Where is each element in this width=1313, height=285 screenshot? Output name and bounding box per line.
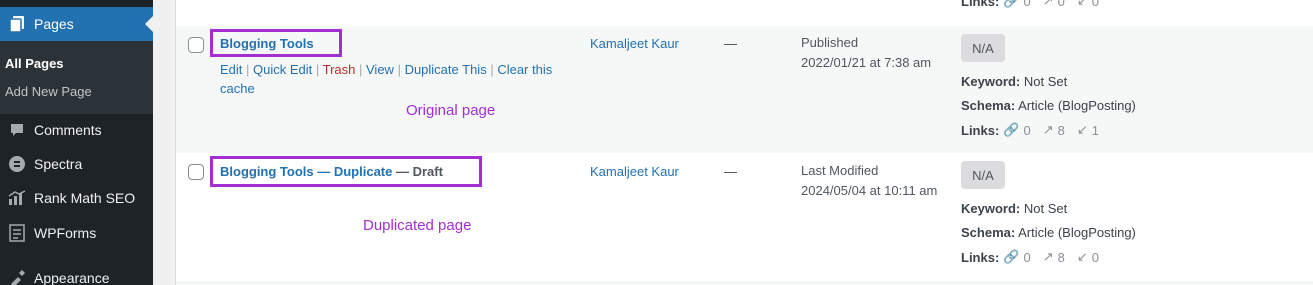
keyword-label: Keyword: — [961, 201, 1021, 216]
prev-internal-count: 0 — [1023, 0, 1031, 9]
menu-pages[interactable]: Pages — [0, 7, 153, 41]
comments-count: — — [724, 36, 737, 51]
keyword-label: Keyword: — [961, 74, 1021, 89]
status-text: Last Modified — [801, 163, 879, 178]
schema-line: Schema: Article (BlogPosting) — [961, 225, 1136, 240]
table-row: Blogging Tools — Duplicate — Draft Dupli… — [176, 153, 1313, 281]
quick-edit-link[interactable]: Quick Edit — [253, 62, 312, 77]
author-link[interactable]: Kamaljeet Kaur — [590, 164, 679, 179]
edit-link[interactable]: Edit — [220, 62, 242, 77]
table-row-previous: Links: 🔗 0 ↗ 0 ↙ 0 — [176, 0, 1313, 26]
table-row-next — [176, 281, 1313, 285]
internal-link-icon: 🔗 — [1003, 122, 1020, 137]
submenu-all-pages[interactable]: All Pages — [5, 56, 64, 71]
rank-math-icon — [0, 190, 34, 206]
schema-label: Schema: — [961, 98, 1016, 113]
menu-pages-label: Pages — [34, 16, 74, 32]
status-text: Published — [801, 35, 859, 50]
links-label: Links: — [961, 249, 1000, 265]
external-link-icon: ↗ — [1042, 0, 1054, 8]
page-title-wrap: Blogging Tools — Duplicate — Draft — [220, 164, 443, 179]
prev-external-count: 0 — [1057, 0, 1065, 9]
schema-line: Schema: Article (BlogPosting) — [961, 98, 1136, 113]
external-links-count: 8 — [1057, 249, 1065, 265]
appearance-icon — [0, 269, 34, 285]
pages-submenu: All Pages Add New Page — [0, 41, 153, 114]
duplicate-link[interactable]: Duplicate This — [405, 62, 487, 77]
incoming-link-icon: ↙ — [1076, 249, 1088, 264]
menu-spectra-label: Spectra — [34, 156, 83, 172]
date-text: 2024/05/04 at 10:11 am — [801, 183, 938, 198]
row-actions: Edit | Quick Edit | Trash | View | Dupli… — [220, 62, 553, 96]
menu-spectra[interactable]: Spectra — [0, 147, 153, 181]
trash-link[interactable]: Trash — [323, 62, 356, 77]
menu-comments[interactable]: Comments — [0, 113, 153, 147]
internal-links-count: 0 — [1023, 122, 1031, 138]
row-checkbox[interactable] — [188, 164, 204, 180]
prev-links-line: Links: 🔗 0 ↗ 0 ↙ 0 — [961, 0, 1107, 9]
schema-value: Article (BlogPosting) — [1018, 98, 1136, 113]
incoming-links-count: 1 — [1091, 122, 1099, 138]
wpforms-icon — [0, 224, 34, 242]
incoming-link-icon: ↙ — [1076, 0, 1088, 8]
admin-sidebar: Pages All Pages Add New Page Comments Sp… — [0, 0, 153, 285]
prev-links-label: Links: — [961, 0, 1000, 9]
menu-rank-math[interactable]: Rank Math SEO — [0, 181, 153, 215]
draft-state: — Draft — [396, 164, 443, 179]
keyword-value: Not Set — [1023, 201, 1068, 216]
menu-rank-math-label: Rank Math SEO — [34, 190, 136, 206]
menu-wpforms[interactable]: WPForms — [0, 216, 153, 250]
keyword-line: Keyword: Not Set — [961, 74, 1067, 89]
external-link-icon: ↗ — [1042, 249, 1054, 264]
links-label: Links: — [961, 122, 1000, 138]
annotation-duplicated: Duplicated page — [363, 217, 472, 234]
internal-link-icon: 🔗 — [1003, 249, 1020, 264]
menu-wpforms-label: WPForms — [34, 225, 97, 241]
date-text: 2022/01/21 at 7:38 am — [801, 55, 932, 70]
table-row: Blogging Tools Edit | Quick Edit | Trash… — [176, 26, 1313, 153]
spectra-icon — [0, 155, 34, 173]
keyword-line: Keyword: Not Set — [961, 201, 1067, 216]
menu-appearance-label: Appearance — [34, 270, 110, 285]
row-checkbox[interactable] — [188, 37, 204, 53]
comments-count: — — [724, 164, 737, 179]
links-line: Links: 🔗 0 ↗ 8 ↙ 0 — [961, 249, 1107, 265]
date-column: Last Modified 2024/05/04 at 10:11 am — [801, 161, 937, 201]
view-link[interactable]: View — [366, 62, 394, 77]
page-title-link[interactable]: Blogging Tools — [220, 36, 314, 51]
pages-icon — [0, 15, 34, 33]
submenu-add-new-page[interactable]: Add New Page — [5, 84, 92, 99]
seo-score-badge[interactable]: N/A — [961, 34, 1005, 62]
schema-label: Schema: — [961, 225, 1016, 240]
menu-appearance[interactable]: Appearance — [0, 261, 153, 285]
seo-score-badge[interactable]: N/A — [961, 161, 1005, 189]
keyword-value: Not Set — [1023, 74, 1068, 89]
internal-links-count: 0 — [1023, 249, 1031, 265]
date-column: Published 2022/01/21 at 7:38 am — [801, 33, 931, 73]
menu-comments-label: Comments — [34, 122, 102, 138]
prev-incoming-count: 0 — [1091, 0, 1099, 9]
comments-icon — [0, 122, 34, 138]
incoming-link-icon: ↙ — [1076, 122, 1088, 137]
internal-link-icon: 🔗 — [1003, 0, 1020, 8]
incoming-links-count: 0 — [1091, 249, 1099, 265]
page-title-link[interactable]: Blogging Tools — Duplicate — [220, 164, 392, 179]
external-links-count: 8 — [1057, 122, 1065, 138]
schema-value: Article (BlogPosting) — [1018, 225, 1136, 240]
external-link-icon: ↗ — [1042, 122, 1054, 137]
annotation-original: Original page — [406, 102, 496, 119]
links-line: Links: 🔗 0 ↗ 8 ↙ 1 — [961, 122, 1107, 138]
author-link[interactable]: Kamaljeet Kaur — [590, 36, 679, 51]
